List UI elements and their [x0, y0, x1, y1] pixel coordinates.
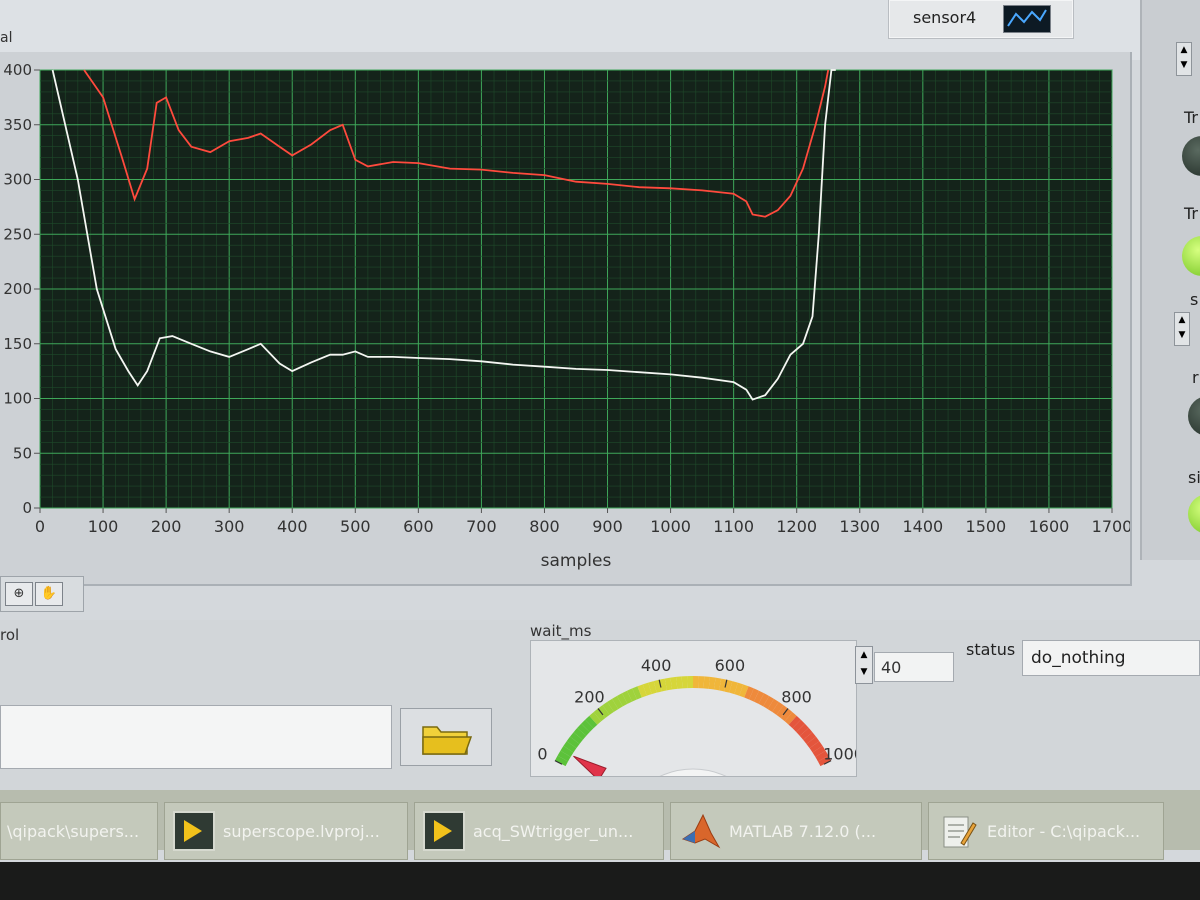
x-tick-label: 900 — [592, 517, 623, 536]
line-style-icon[interactable] — [1003, 5, 1051, 33]
y-tick-label: 350 — [3, 116, 32, 134]
status-label: status — [966, 640, 1016, 659]
gauge-label: wait_ms — [530, 622, 592, 640]
plot-legend[interactable]: sensor4 — [888, 0, 1074, 39]
y-tick-label: 300 — [3, 171, 32, 189]
gauge-scale-band — [693, 676, 699, 689]
y-tick-label: 150 — [3, 335, 32, 353]
gauge-tick-label: 200 — [574, 687, 605, 706]
x-tick-label: 200 — [151, 517, 182, 536]
taskbar-item-acq[interactable]: acq_SWtrigger_un... — [414, 802, 664, 860]
gauge-scale-band — [687, 676, 693, 689]
x-tick-label: 1400 — [902, 517, 943, 536]
right-control-panel: ▲ ▼ Tr Tr s ▲ ▼ r si — [1140, 0, 1200, 560]
folder-icon — [422, 726, 473, 755]
gauge-needle — [573, 755, 607, 776]
browse-button[interactable] — [400, 708, 492, 766]
x-tick-label: 400 — [277, 517, 308, 536]
taskbar-item-explorer[interactable]: \qipack\supers... — [0, 802, 158, 860]
x-tick-label: 600 — [403, 517, 434, 536]
x-tick-label: 1500 — [966, 517, 1007, 536]
x-tick-label: 1100 — [713, 517, 754, 536]
side-label-2: Tr — [1184, 204, 1198, 223]
wait-ms-input[interactable]: 40 — [874, 652, 954, 682]
gauge-hub — [659, 768, 727, 776]
x-tick-label: 1200 — [776, 517, 817, 536]
status-field: do_nothing — [1022, 640, 1200, 676]
side-label-4: r — [1192, 368, 1199, 387]
y-tick-label: 250 — [3, 225, 32, 243]
graph-palette: ⊕ ✋ — [0, 576, 84, 612]
wait-spinner[interactable]: ▲ ▼ — [855, 646, 873, 684]
x-tick-label: 1600 — [1029, 517, 1070, 536]
y-axis-name: al — [0, 30, 13, 46]
labview-icon — [423, 811, 465, 851]
side-label-1: Tr — [1184, 108, 1198, 127]
taskbar-item-label: \qipack\supers... — [7, 822, 140, 841]
waveform-chart[interactable]: 4003503002502001501005000 100 200 300 400 500… — [0, 52, 1130, 584]
wait-gauge[interactable]: 0 200 400 600 800 1000 — [530, 640, 857, 777]
x-tick-label: 1000 — [650, 517, 691, 536]
labview-icon — [173, 811, 215, 851]
x-tick-label: 0 — [35, 517, 45, 536]
taskbar-item-label: Editor - C:\qipack... — [987, 822, 1141, 841]
zoom-icon[interactable]: ⊕ — [5, 582, 33, 606]
taskbar-item-superscope[interactable]: superscope.lvproj... — [164, 802, 408, 860]
side-label-3: s — [1190, 290, 1199, 309]
y-tick-label: 100 — [3, 390, 32, 408]
taskbar-item-label: acq_SWtrigger_un... — [473, 822, 634, 841]
gauge-tick-label: 1000 — [823, 744, 856, 763]
editor-icon — [943, 816, 977, 848]
hand-icon[interactable]: ✋ — [35, 582, 63, 606]
y-tick-label: 50 — [13, 444, 32, 462]
gauge-tick-label: 600 — [715, 656, 746, 675]
status-led-green[interactable] — [1182, 236, 1200, 276]
side-label-5: si — [1188, 468, 1200, 487]
gauge-scale-band — [681, 676, 688, 689]
setting-spinner[interactable]: ▲ ▼ — [1174, 312, 1190, 346]
gauge-tick-label: 400 — [641, 656, 672, 675]
x-tick-label: 500 — [340, 517, 371, 536]
run-led-green[interactable] — [1188, 494, 1200, 534]
x-tick-label: 100 — [88, 517, 119, 536]
range-knob[interactable] — [1188, 396, 1200, 436]
taskbar-item-label: superscope.lvproj... — [223, 822, 380, 841]
x-tick-label: 300 — [214, 517, 245, 536]
y-tick-label: 200 — [3, 280, 32, 298]
gauge-scale-band — [698, 676, 705, 689]
gauge-tick-label: 0 — [537, 744, 547, 763]
screen-bezel — [0, 862, 1200, 900]
taskbar-item-editor[interactable]: Editor - C:\qipack... — [928, 802, 1164, 860]
taskbar-item-matlab[interactable]: MATLAB 7.12.0 (... — [670, 802, 922, 860]
control-label: rol — [0, 626, 20, 644]
legend-series-name: sensor4 — [913, 8, 977, 27]
x-tick-label: 800 — [529, 517, 560, 536]
x-axis-title: samples — [541, 551, 612, 571]
x-tick-label: 1700 — [1092, 517, 1130, 536]
file-path-input[interactable] — [0, 705, 392, 769]
matlab-icon — [681, 813, 721, 849]
gauge-tick-label: 800 — [781, 687, 812, 706]
taskbar-item-label: MATLAB 7.12.0 (... — [729, 822, 877, 841]
trigger-knob[interactable] — [1182, 136, 1200, 176]
x-tick-label: 700 — [466, 517, 497, 536]
increment-spinner[interactable]: ▲ ▼ — [1176, 42, 1192, 76]
x-tick-label: 1300 — [839, 517, 880, 536]
y-tick-label: 400 — [3, 61, 32, 79]
y-tick-label: 0 — [22, 499, 32, 517]
